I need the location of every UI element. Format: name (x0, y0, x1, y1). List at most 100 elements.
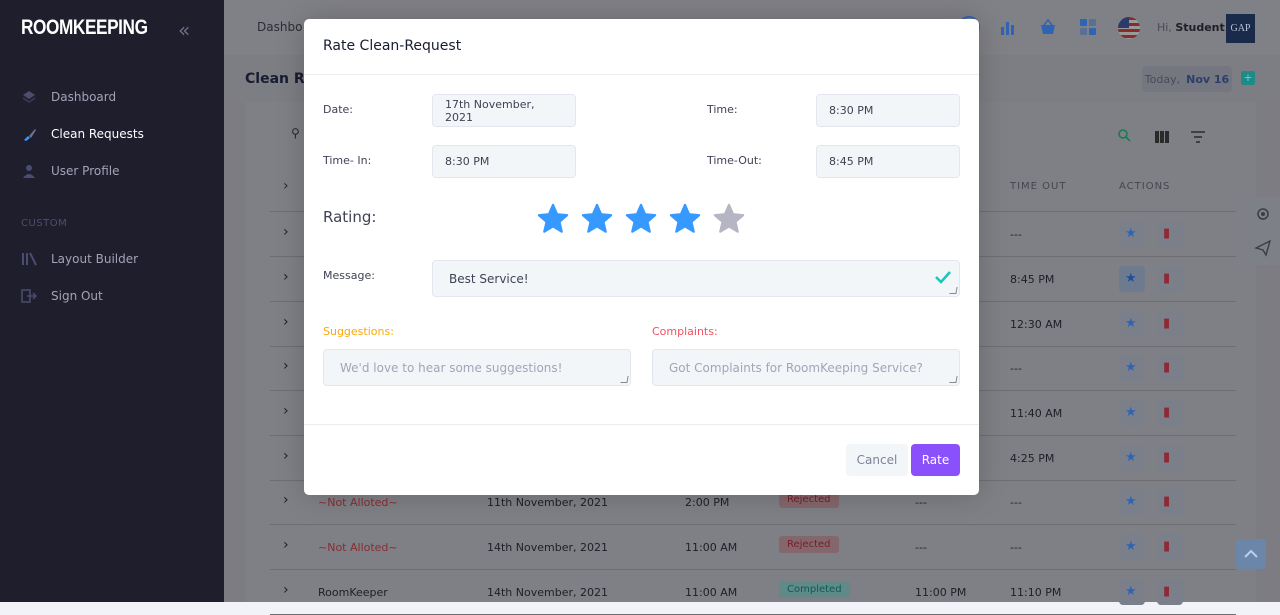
expand-row-icon[interactable]: › (283, 582, 289, 598)
cell-time-out: 12:30 AM (1010, 318, 1063, 331)
basket-icon[interactable] (1039, 18, 1057, 40)
trash-icon: ▮ (1163, 450, 1171, 465)
delete-button[interactable]: ▮ (1157, 445, 1183, 471)
sidebar-item-clean-requests[interactable]: Clean Requests (21, 124, 144, 144)
expand-row-icon[interactable]: › (283, 403, 289, 419)
trash-icon: ▮ (1163, 539, 1171, 554)
cell-time: 11:00 AM (685, 541, 738, 554)
send-icon[interactable] (1246, 231, 1280, 265)
brand-logo[interactable]: ROOMKEEPING (21, 16, 148, 40)
star-icon[interactable] (668, 202, 702, 236)
rate-button[interactable]: ★ (1119, 355, 1145, 381)
cell-time-out: --- (1010, 362, 1022, 375)
resize-handle[interactable] (620, 376, 629, 383)
settings-icon[interactable] (1246, 197, 1280, 231)
star-icon[interactable] (712, 202, 746, 236)
columns-icon[interactable] (1155, 128, 1169, 147)
time-in-field[interactable]: 8:30 PM (432, 145, 576, 178)
today-date-button[interactable]: Today, Nov 16 (1142, 66, 1232, 92)
time-field[interactable]: 8:30 PM (816, 94, 960, 127)
date-field[interactable]: 17th November, 2021 (432, 94, 576, 127)
expand-row-icon[interactable]: › (283, 492, 289, 508)
star-icon[interactable] (580, 202, 614, 236)
cell-time-out: --- (1010, 541, 1022, 554)
trash-icon: ▮ (1163, 360, 1171, 375)
sidebar-section-label: CUSTOM (21, 218, 68, 229)
table-row[interactable]: › RoomKeeper 14th November, 2021 11:00 AM Co… (270, 570, 1236, 615)
cell-time-in: --- (915, 496, 927, 509)
message-label: Message: (323, 269, 375, 282)
status-badge: Completed (779, 581, 850, 598)
apps-grid-icon[interactable] (1080, 19, 1096, 39)
us-flag-icon[interactable] (1118, 17, 1140, 39)
message-textarea[interactable]: Best Service! (432, 260, 960, 297)
cell-date: 14th November, 2021 (487, 586, 608, 599)
star-icon[interactable] (536, 202, 570, 236)
delete-button[interactable]: ▮ (1157, 534, 1183, 560)
resize-handle[interactable] (949, 287, 958, 294)
delete-button[interactable]: ▮ (1157, 221, 1183, 247)
delete-button[interactable]: ▮ (1157, 266, 1183, 292)
cell-time-out: 4:25 PM (1010, 452, 1055, 465)
sidebar-item-label: Layout Builder (51, 252, 139, 266)
search-icon[interactable]: ⚲ (291, 126, 300, 140)
time-out-field[interactable]: 8:45 PM (816, 145, 960, 178)
expand-row-icon[interactable]: › (283, 269, 289, 285)
rate-button[interactable]: ★ (1119, 445, 1145, 471)
suggestions-textarea[interactable]: We'd love to hear some suggestions! (323, 349, 631, 386)
star-icon[interactable] (624, 202, 658, 236)
expand-row-icon[interactable]: › (283, 537, 289, 553)
rate-button[interactable]: Rate (911, 444, 960, 476)
star-icon: ★ (1125, 405, 1137, 420)
sidebar-item-layout-builder[interactable]: Layout Builder (21, 249, 138, 269)
cell-time-out: --- (1010, 228, 1022, 241)
expand-row-icon[interactable]: › (283, 314, 289, 330)
complaints-textarea[interactable]: Got Complaints for RoomKeeping Service? (652, 349, 960, 386)
scroll-top-button[interactable] (1236, 539, 1266, 569)
star-icon: ★ (1125, 360, 1137, 375)
star-icon: ★ (1125, 271, 1137, 286)
delete-button[interactable]: ▮ (1157, 311, 1183, 337)
star-icon: ★ (1125, 450, 1137, 465)
table-row[interactable]: › ~Not Alloted~ 14th November, 2021 11:00 A… (270, 525, 1236, 570)
chart-bar-icon[interactable] (999, 18, 1017, 40)
expand-row-icon[interactable]: › (283, 224, 289, 240)
delete-button[interactable]: ▮ (1157, 579, 1183, 605)
column-header-time-out[interactable]: TIME OUT (1010, 181, 1066, 192)
cancel-button[interactable]: Cancel (846, 444, 908, 476)
rate-button[interactable]: ★ (1119, 534, 1145, 560)
expand-row-icon[interactable]: › (283, 358, 289, 374)
trash-icon: ▮ (1163, 584, 1171, 599)
search-icon[interactable] (1118, 127, 1131, 146)
rate-button[interactable]: ★ (1119, 221, 1145, 247)
message-text: Best Service! (449, 271, 529, 286)
cell-time-in: --- (915, 541, 927, 554)
sidebar-item-dashboard[interactable]: Dashboard (21, 87, 116, 107)
add-icon[interactable]: + (1241, 71, 1255, 85)
avatar[interactable]: GAP (1226, 14, 1255, 43)
expand-row-icon[interactable]: › (283, 448, 289, 464)
delete-button[interactable]: ▮ (1157, 489, 1183, 515)
filter-icon[interactable] (1191, 128, 1205, 147)
expand-all-icon[interactable]: › (283, 178, 289, 194)
rate-button[interactable]: ★ (1119, 400, 1145, 426)
rate-button[interactable]: ★ (1119, 489, 1145, 515)
rate-button[interactable]: ★ (1119, 311, 1145, 337)
collapse-sidebar-icon[interactable]: « (178, 18, 190, 42)
status-badge: Rejected (779, 536, 839, 553)
delete-button[interactable]: ▮ (1157, 355, 1183, 381)
resize-handle[interactable] (949, 376, 958, 383)
modal-title: Rate Clean-Request (323, 38, 462, 54)
cell-keeper: ~Not Alloted~ (318, 496, 398, 509)
cell-time: 11:00 AM (685, 586, 738, 599)
sidebar-item-label: Dashboard (51, 90, 117, 104)
trash-icon: ▮ (1163, 271, 1171, 286)
sidebar-item-label: Clean Requests (51, 127, 144, 141)
sidebar-item-user-profile[interactable]: User Profile (21, 161, 119, 181)
breadcrumb[interactable]: Dashbo (257, 20, 302, 34)
sidebar-item-sign-out[interactable]: Sign Out (21, 286, 103, 306)
rate-button[interactable]: ★ (1119, 579, 1145, 605)
delete-button[interactable]: ▮ (1157, 400, 1183, 426)
layers-icon (21, 89, 37, 105)
rate-button[interactable]: ★ (1119, 266, 1145, 292)
